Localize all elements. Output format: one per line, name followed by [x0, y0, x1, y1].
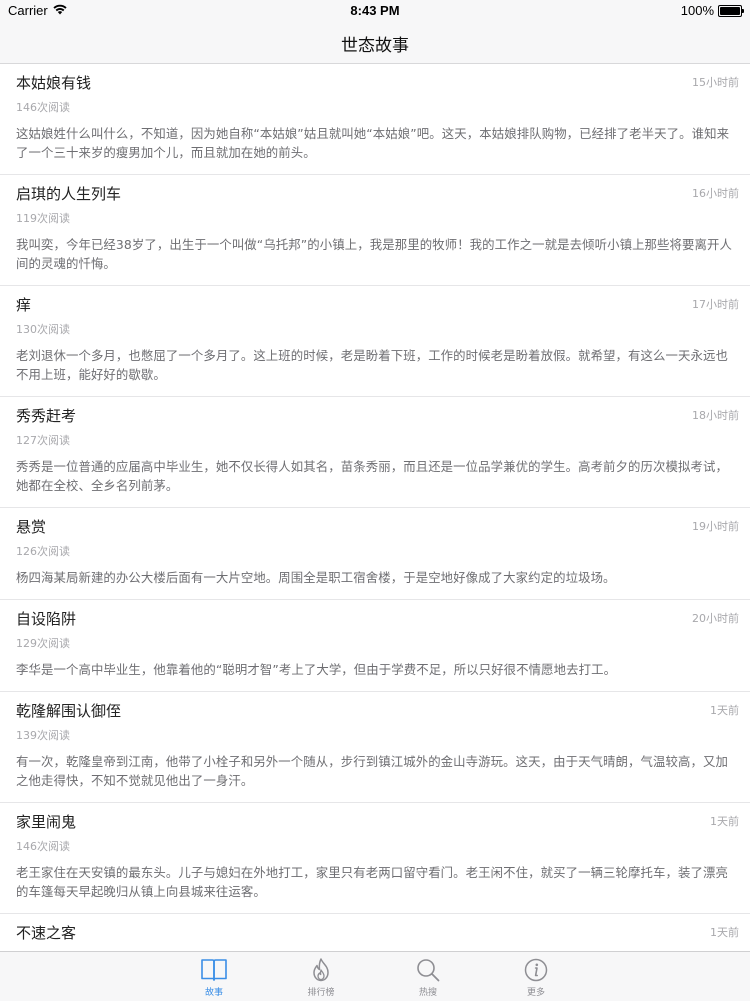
story-summary: 杨四海某局新建的办公大楼后面有一大片空地。周围全是职工宿舍楼，于是空地好像成了大…	[16, 570, 616, 585]
tab-label: 更多	[526, 988, 545, 998]
story-time: 1天前	[710, 815, 739, 828]
story-summary: 老王家住在天安镇的最东头。儿子与媳妇在外地打工，家里只有老两口留守看门。老王闲不…	[16, 865, 728, 899]
status-time: 8:43 PM	[350, 3, 400, 18]
story-read-count: 126次阅读	[16, 545, 70, 558]
story-summary: 有一次，乾隆皇帝到江南，他带了小栓子和另外一个随从，步行到镇江城外的金山寺游玩。…	[16, 754, 728, 788]
story-item[interactable]: 秀秀赶考 18小时前 127次阅读 秀秀是一位普通的应届高中毕业生，她不仅长得人…	[0, 397, 750, 508]
book-icon	[184, 957, 244, 983]
story-item[interactable]: 本姑娘有钱 15小时前 146次阅读 这姑娘姓什么叫什么，不知道，因为她自称“本…	[0, 64, 750, 175]
story-title: 痒	[16, 296, 32, 314]
story-read-count: 119次阅读	[16, 212, 70, 225]
story-title: 悬赏	[16, 518, 47, 536]
tab-label: 排行榜	[307, 988, 335, 998]
story-item[interactable]: 自设陷阱 20小时前 129次阅读 李华是一个高中毕业生，他靠着他的“聪明才智”…	[0, 600, 750, 692]
story-summary: 我叫奕，今年已经38岁了，出生于一个叫做“乌托邦”的小镇上，我是那里的牧师！我的…	[16, 237, 732, 271]
story-title: 启琪的人生列车	[16, 185, 122, 203]
tab-ranking[interactable]: 排行榜	[291, 957, 351, 998]
story-summary: 这姑娘姓什么叫什么，不知道，因为她自称“本姑娘”姑且就叫她“本姑娘”吧。这天，本…	[16, 126, 730, 160]
tab-bar: 故事 排行榜 热搜 更多	[0, 951, 750, 1001]
info-icon	[506, 957, 566, 983]
story-item[interactable]: 启琪的人生列车 16小时前 119次阅读 我叫奕，今年已经38岁了，出生于一个叫…	[0, 175, 750, 286]
story-read-count: 146次阅读	[16, 101, 70, 114]
story-time: 20小时前	[692, 612, 739, 625]
story-read-count: 127次阅读	[16, 434, 70, 447]
story-title: 家里闹鬼	[16, 813, 77, 831]
story-item[interactable]: 不速之客 1天前	[0, 914, 750, 951]
story-time: 16小时前	[692, 187, 739, 200]
story-title: 秀秀赶考	[16, 407, 77, 425]
story-time: 15小时前	[692, 76, 739, 89]
story-title: 乾隆解围认御侄	[16, 702, 122, 720]
tab-more[interactable]: 更多	[506, 957, 566, 998]
story-read-count: 130次阅读	[16, 323, 70, 336]
status-right: 100%	[680, 3, 744, 18]
story-title: 不速之客	[16, 924, 77, 942]
story-item[interactable]: 乾隆解围认御侄 1天前 139次阅读 有一次，乾隆皇帝到江南，他带了小栓子和另外…	[0, 692, 750, 803]
story-read-count: 146次阅读	[16, 840, 70, 853]
status-bar: Carrier 8:43 PM 100%	[0, 0, 750, 22]
tab-stories[interactable]: 故事	[184, 957, 244, 998]
search-icon	[398, 957, 458, 983]
story-summary: 秀秀是一位普通的应届高中毕业生，她不仅长得人如其名，苗条秀丽，而且还是一位品学兼…	[16, 459, 728, 493]
tab-hot-search[interactable]: 热搜	[398, 957, 458, 998]
story-title: 自设陷阱	[16, 610, 77, 628]
story-read-count: 139次阅读	[16, 729, 70, 742]
navigation-bar: 世态故事	[0, 22, 750, 64]
story-time: 19小时前	[692, 520, 739, 533]
story-list[interactable]: 本姑娘有钱 15小时前 146次阅读 这姑娘姓什么叫什么，不知道，因为她自称“本…	[0, 64, 750, 951]
tab-label: 热搜	[418, 988, 437, 998]
story-time: 1天前	[710, 926, 739, 939]
story-time: 17小时前	[692, 298, 739, 311]
story-time: 18小时前	[692, 409, 739, 422]
story-read-count: 129次阅读	[16, 637, 70, 650]
battery-icon	[718, 4, 744, 17]
page-title: 世态故事	[341, 36, 409, 56]
story-item[interactable]: 悬赏 19小时前 126次阅读 杨四海某局新建的办公大楼后面有一大片空地。周围全…	[0, 508, 750, 600]
flame-icon	[291, 957, 351, 983]
battery-percent: 100%	[680, 3, 714, 18]
story-time: 1天前	[710, 704, 739, 717]
story-item[interactable]: 痒 17小时前 130次阅读 老刘退休一个多月，也憋屈了一个多月了。这上班的时候…	[0, 286, 750, 397]
tab-label: 故事	[204, 988, 223, 998]
story-summary: 李华是一个高中毕业生，他靠着他的“聪明才智”考上了大学，但由于学费不足，所以只好…	[16, 662, 617, 677]
story-summary: 老刘退休一个多月，也憋屈了一个多月了。这上班的时候，老是盼着下班，工作的时候老是…	[16, 348, 728, 382]
story-item[interactable]: 家里闹鬼 1天前 146次阅读 老王家住在天安镇的最东头。儿子与媳妇在外地打工，…	[0, 803, 750, 914]
story-title: 本姑娘有钱	[16, 74, 92, 92]
